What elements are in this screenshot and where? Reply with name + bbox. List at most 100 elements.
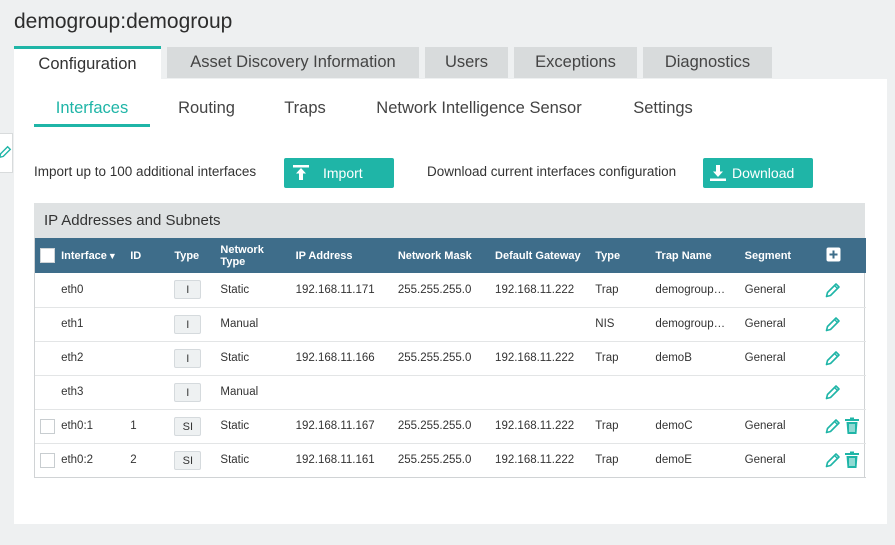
tab-users[interactable]: Users <box>425 47 508 78</box>
type-badge: SI <box>174 416 202 436</box>
cell-segment <box>745 375 819 409</box>
pencil-icon <box>825 317 840 332</box>
col-type: Type <box>174 249 200 262</box>
edit-button[interactable] <box>824 451 842 469</box>
cell-network-mask: 255.255.255.0 <box>397 420 472 432</box>
subtab-interfaces[interactable]: Interfaces <box>34 99 150 127</box>
subtab-settings[interactable]: Settings <box>611 99 715 127</box>
delete-button[interactable] <box>844 417 860 435</box>
cell-segment: General <box>744 318 786 330</box>
main-tabs: Configuration Asset Discovery Informatio… <box>14 46 778 79</box>
cell-network-mask: 255.255.255.0 <box>397 454 472 466</box>
add-interface-button[interactable] <box>826 247 841 262</box>
edit-button[interactable] <box>824 281 842 299</box>
col-id: ID <box>130 249 142 262</box>
col-network-mask: Network Mask <box>397 249 472 262</box>
tab-configuration[interactable]: Configuration <box>14 46 161 79</box>
cell-interface: eth2 <box>61 352 84 364</box>
pencil-icon <box>825 385 840 400</box>
cell-ip-address: 192.168.11.161 <box>295 454 375 466</box>
cell-network-mask <box>398 307 495 341</box>
cell-network-type: Static <box>220 283 250 296</box>
cell-type2: Trap <box>595 352 619 364</box>
download-description: Download current interfaces configuratio… <box>427 164 677 179</box>
cell-segment: General <box>744 454 786 466</box>
sub-tabs: Interfaces Routing Traps Network Intelli… <box>34 99 715 127</box>
trash-icon <box>844 417 859 434</box>
table-row[interactable]: eth0:1 1 SI Static 192.168.11.167 255.255.255… <box>35 409 866 443</box>
cell-segment: General <box>744 420 786 432</box>
select-all-checkbox[interactable] <box>40 248 55 263</box>
cell-interface: eth3 <box>61 386 84 398</box>
cell-id <box>130 307 174 341</box>
section-title: IP Addresses and Subnets <box>34 203 865 238</box>
cell-type2: Trap <box>595 283 619 296</box>
subtab-network-intelligence-sensor[interactable]: Network Intelligence Sensor <box>347 99 611 127</box>
cell-network-mask <box>398 375 495 409</box>
cell-trap-name: demogroup… <box>655 318 726 330</box>
subtab-routing[interactable]: Routing <box>150 99 263 127</box>
subtab-traps[interactable]: Traps <box>263 99 347 127</box>
cell-type: SI <box>174 409 220 443</box>
cell-id <box>130 273 174 307</box>
type-badge: SI <box>174 450 202 470</box>
cell-type2 <box>595 375 655 409</box>
import-export-bar: Import up to 100 additional interfaces I… <box>34 158 887 188</box>
col-trap-name: Trap Name <box>655 249 712 262</box>
col-ip-address: IP Address <box>295 249 353 262</box>
col-default-gateway: Default Gateway <box>495 249 581 262</box>
edit-button[interactable] <box>824 349 842 367</box>
delete-button[interactable] <box>844 451 860 469</box>
cell-id <box>130 375 174 409</box>
table-row[interactable]: eth2 I Static 192.168.11.166 255.255.255.0 19… <box>35 341 866 375</box>
plus-square-icon <box>826 247 841 261</box>
cell-default-gateway <box>495 375 595 409</box>
pencil-icon <box>825 419 840 434</box>
cell-interface: eth0 <box>61 283 84 296</box>
cell-default-gateway: 192.168.11.222 <box>495 454 575 466</box>
cell-network-type: Static <box>220 454 250 466</box>
type-badge: I <box>174 382 202 402</box>
cell-segment: General <box>744 352 786 364</box>
row-checkbox[interactable] <box>40 452 55 468</box>
cell-interface: eth0:1 <box>61 420 94 432</box>
table-row[interactable]: eth3 I Manual <box>35 375 866 409</box>
cell-type2: Trap <box>595 454 619 466</box>
edit-button[interactable] <box>824 383 842 401</box>
cell-ip-address: 192.168.11.171 <box>295 283 375 296</box>
trash-icon <box>844 451 859 468</box>
table-row[interactable]: eth0:2 2 SI Static 192.168.11.161 255.255.255… <box>35 443 866 477</box>
tab-asset-discovery-information[interactable]: Asset Discovery Information <box>167 47 419 78</box>
download-button[interactable]: Download <box>703 158 813 188</box>
table-row[interactable]: eth1 I Manual NIS demogroup… General <box>35 307 866 341</box>
tab-diagnostics[interactable]: Diagnostics <box>643 47 772 78</box>
cell-trap-name <box>655 375 744 409</box>
cell-network-type: Manual <box>220 386 259 398</box>
cell-type: I <box>174 341 220 375</box>
pencil-icon <box>825 282 840 298</box>
col-interface[interactable]: Interface▼ <box>61 238 130 273</box>
cell-type: SI <box>174 443 220 477</box>
page-title: demogroup:demogroup <box>14 10 233 33</box>
cell-default-gateway: 192.168.11.222 <box>495 420 575 432</box>
import-button-label: Import <box>323 165 363 181</box>
cell-type2: NIS <box>595 318 615 330</box>
pencil-icon <box>825 453 840 468</box>
cell-interface: eth0:2 <box>61 454 94 466</box>
tab-exceptions[interactable]: Exceptions <box>514 47 637 78</box>
sort-down-icon: ▼ <box>107 250 117 261</box>
import-button[interactable]: Import <box>284 158 394 188</box>
cell-trap-name: demoE <box>655 454 692 466</box>
type-badge: I <box>174 314 202 334</box>
table-row[interactable]: eth0 I Static 192.168.11.171 255.255.255.0 19… <box>35 273 866 307</box>
download-button-label: Download <box>732 165 795 181</box>
edit-button[interactable] <box>824 315 842 333</box>
configuration-panel: Interfaces Routing Traps Network Intelli… <box>14 79 887 524</box>
cell-ip-address <box>296 307 398 341</box>
side-panel-toggle[interactable] <box>0 133 13 173</box>
cell-ip-address <box>296 375 398 409</box>
row-checkbox[interactable] <box>40 418 55 434</box>
edit-button[interactable] <box>824 417 842 435</box>
cell-type: I <box>174 273 220 307</box>
col-network-type: Network Type <box>220 243 264 268</box>
